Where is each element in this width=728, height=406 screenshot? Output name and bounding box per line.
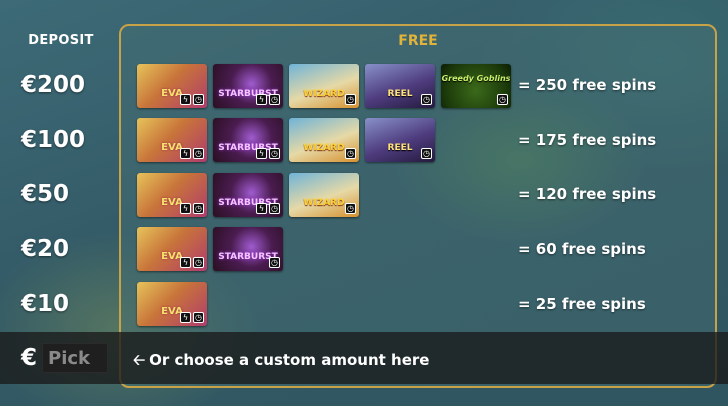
clock-icon: ◷ [497, 94, 508, 105]
game-thumbnail-reel[interactable]: REEL ◷ [365, 64, 435, 108]
deposit-amount-200[interactable]: €200 [21, 72, 85, 98]
clock-icon: ◷ [269, 203, 280, 214]
clock-icon: ◷ [421, 94, 432, 105]
clock-icon: ◷ [421, 148, 432, 159]
free-header: FREE [398, 33, 438, 49]
game-thumbnail-starburst[interactable]: STARBURST ϟ ◷ [213, 64, 283, 108]
tier-row-20[interactable]: EVA ϟ ◷ STARBURST ◷ [137, 227, 283, 271]
game-thumbnail-eva[interactable]: EVA ϟ ◷ [137, 64, 207, 108]
game-thumbnail-eva[interactable]: EVA ϟ ◷ [137, 227, 207, 271]
deposit-header: DEPOSIT [28, 33, 94, 48]
game-thumbnail-wizard[interactable]: WIZARD ◷ [289, 118, 359, 162]
currency-symbol: € [21, 345, 38, 371]
free-spins-100: = 175 free spins [518, 131, 657, 149]
free-spins-10: = 25 free spins [518, 295, 646, 313]
clock-icon: ◷ [193, 203, 204, 214]
game-title: Greedy Goblins [441, 74, 511, 83]
custom-amount-input[interactable] [42, 343, 108, 373]
arrow-left-icon: 🡠 [133, 351, 146, 369]
bolt-icon: ϟ [256, 148, 267, 159]
bolt-icon: ϟ [180, 257, 191, 268]
deposit-amount-50[interactable]: €50 [21, 181, 69, 207]
tier-row-50[interactable]: EVA ϟ ◷ STARBURST ϟ ◷ WIZARD ◷ [137, 173, 359, 217]
deposit-amount-20[interactable]: €20 [21, 236, 69, 262]
bolt-icon: ϟ [256, 94, 267, 105]
free-spins-50: = 120 free spins [518, 185, 657, 203]
bolt-icon: ϟ [180, 148, 191, 159]
game-thumbnail-starburst[interactable]: STARBURST ◷ [213, 227, 283, 271]
tier-row-10[interactable]: EVA ϟ ◷ [137, 282, 207, 326]
game-thumbnail-eva[interactable]: EVA ϟ ◷ [137, 282, 207, 326]
game-thumbnail-wizard[interactable]: WIZARD ◷ [289, 173, 359, 217]
deposit-amount-10[interactable]: €10 [21, 291, 69, 317]
custom-amount-hint: 🡠 Or choose a custom amount here [133, 350, 429, 375]
game-thumbnail-wizard[interactable]: WIZARD ◷ [289, 64, 359, 108]
game-thumbnail-reel[interactable]: REEL ◷ [365, 118, 435, 162]
game-thumbnail-starburst[interactable]: STARBURST ϟ ◷ [213, 173, 283, 217]
custom-amount-text: Or choose a custom amount here [149, 351, 430, 369]
clock-icon: ◷ [269, 257, 280, 268]
clock-icon: ◷ [345, 148, 356, 159]
tier-row-100[interactable]: EVA ϟ ◷ STARBURST ϟ ◷ WIZARD ◷ REEL ◷ [137, 118, 435, 162]
game-thumbnail-eva[interactable]: EVA ϟ ◷ [137, 173, 207, 217]
clock-icon: ◷ [193, 148, 204, 159]
free-spins-200: = 250 free spins [518, 76, 657, 94]
bolt-icon: ϟ [180, 94, 191, 105]
game-thumbnail-eva[interactable]: EVA ϟ ◷ [137, 118, 207, 162]
clock-icon: ◷ [345, 203, 356, 214]
clock-icon: ◷ [269, 94, 280, 105]
clock-icon: ◷ [193, 312, 204, 323]
tier-row-200[interactable]: EVA ϟ ◷ STARBURST ϟ ◷ WIZARD ◷ REEL ◷ Gr… [137, 64, 511, 108]
clock-icon: ◷ [269, 148, 280, 159]
clock-icon: ◷ [193, 257, 204, 268]
free-spins-20: = 60 free spins [518, 240, 646, 258]
bolt-icon: ϟ [180, 203, 191, 214]
clock-icon: ◷ [193, 94, 204, 105]
clock-icon: ◷ [345, 94, 356, 105]
game-thumbnail-starburst[interactable]: STARBURST ϟ ◷ [213, 118, 283, 162]
deposit-amount-100[interactable]: €100 [21, 127, 85, 153]
bolt-icon: ϟ [256, 203, 267, 214]
game-thumbnail-greedy-goblins[interactable]: Greedy Goblins ◷ [441, 64, 511, 108]
bolt-icon: ϟ [180, 312, 191, 323]
